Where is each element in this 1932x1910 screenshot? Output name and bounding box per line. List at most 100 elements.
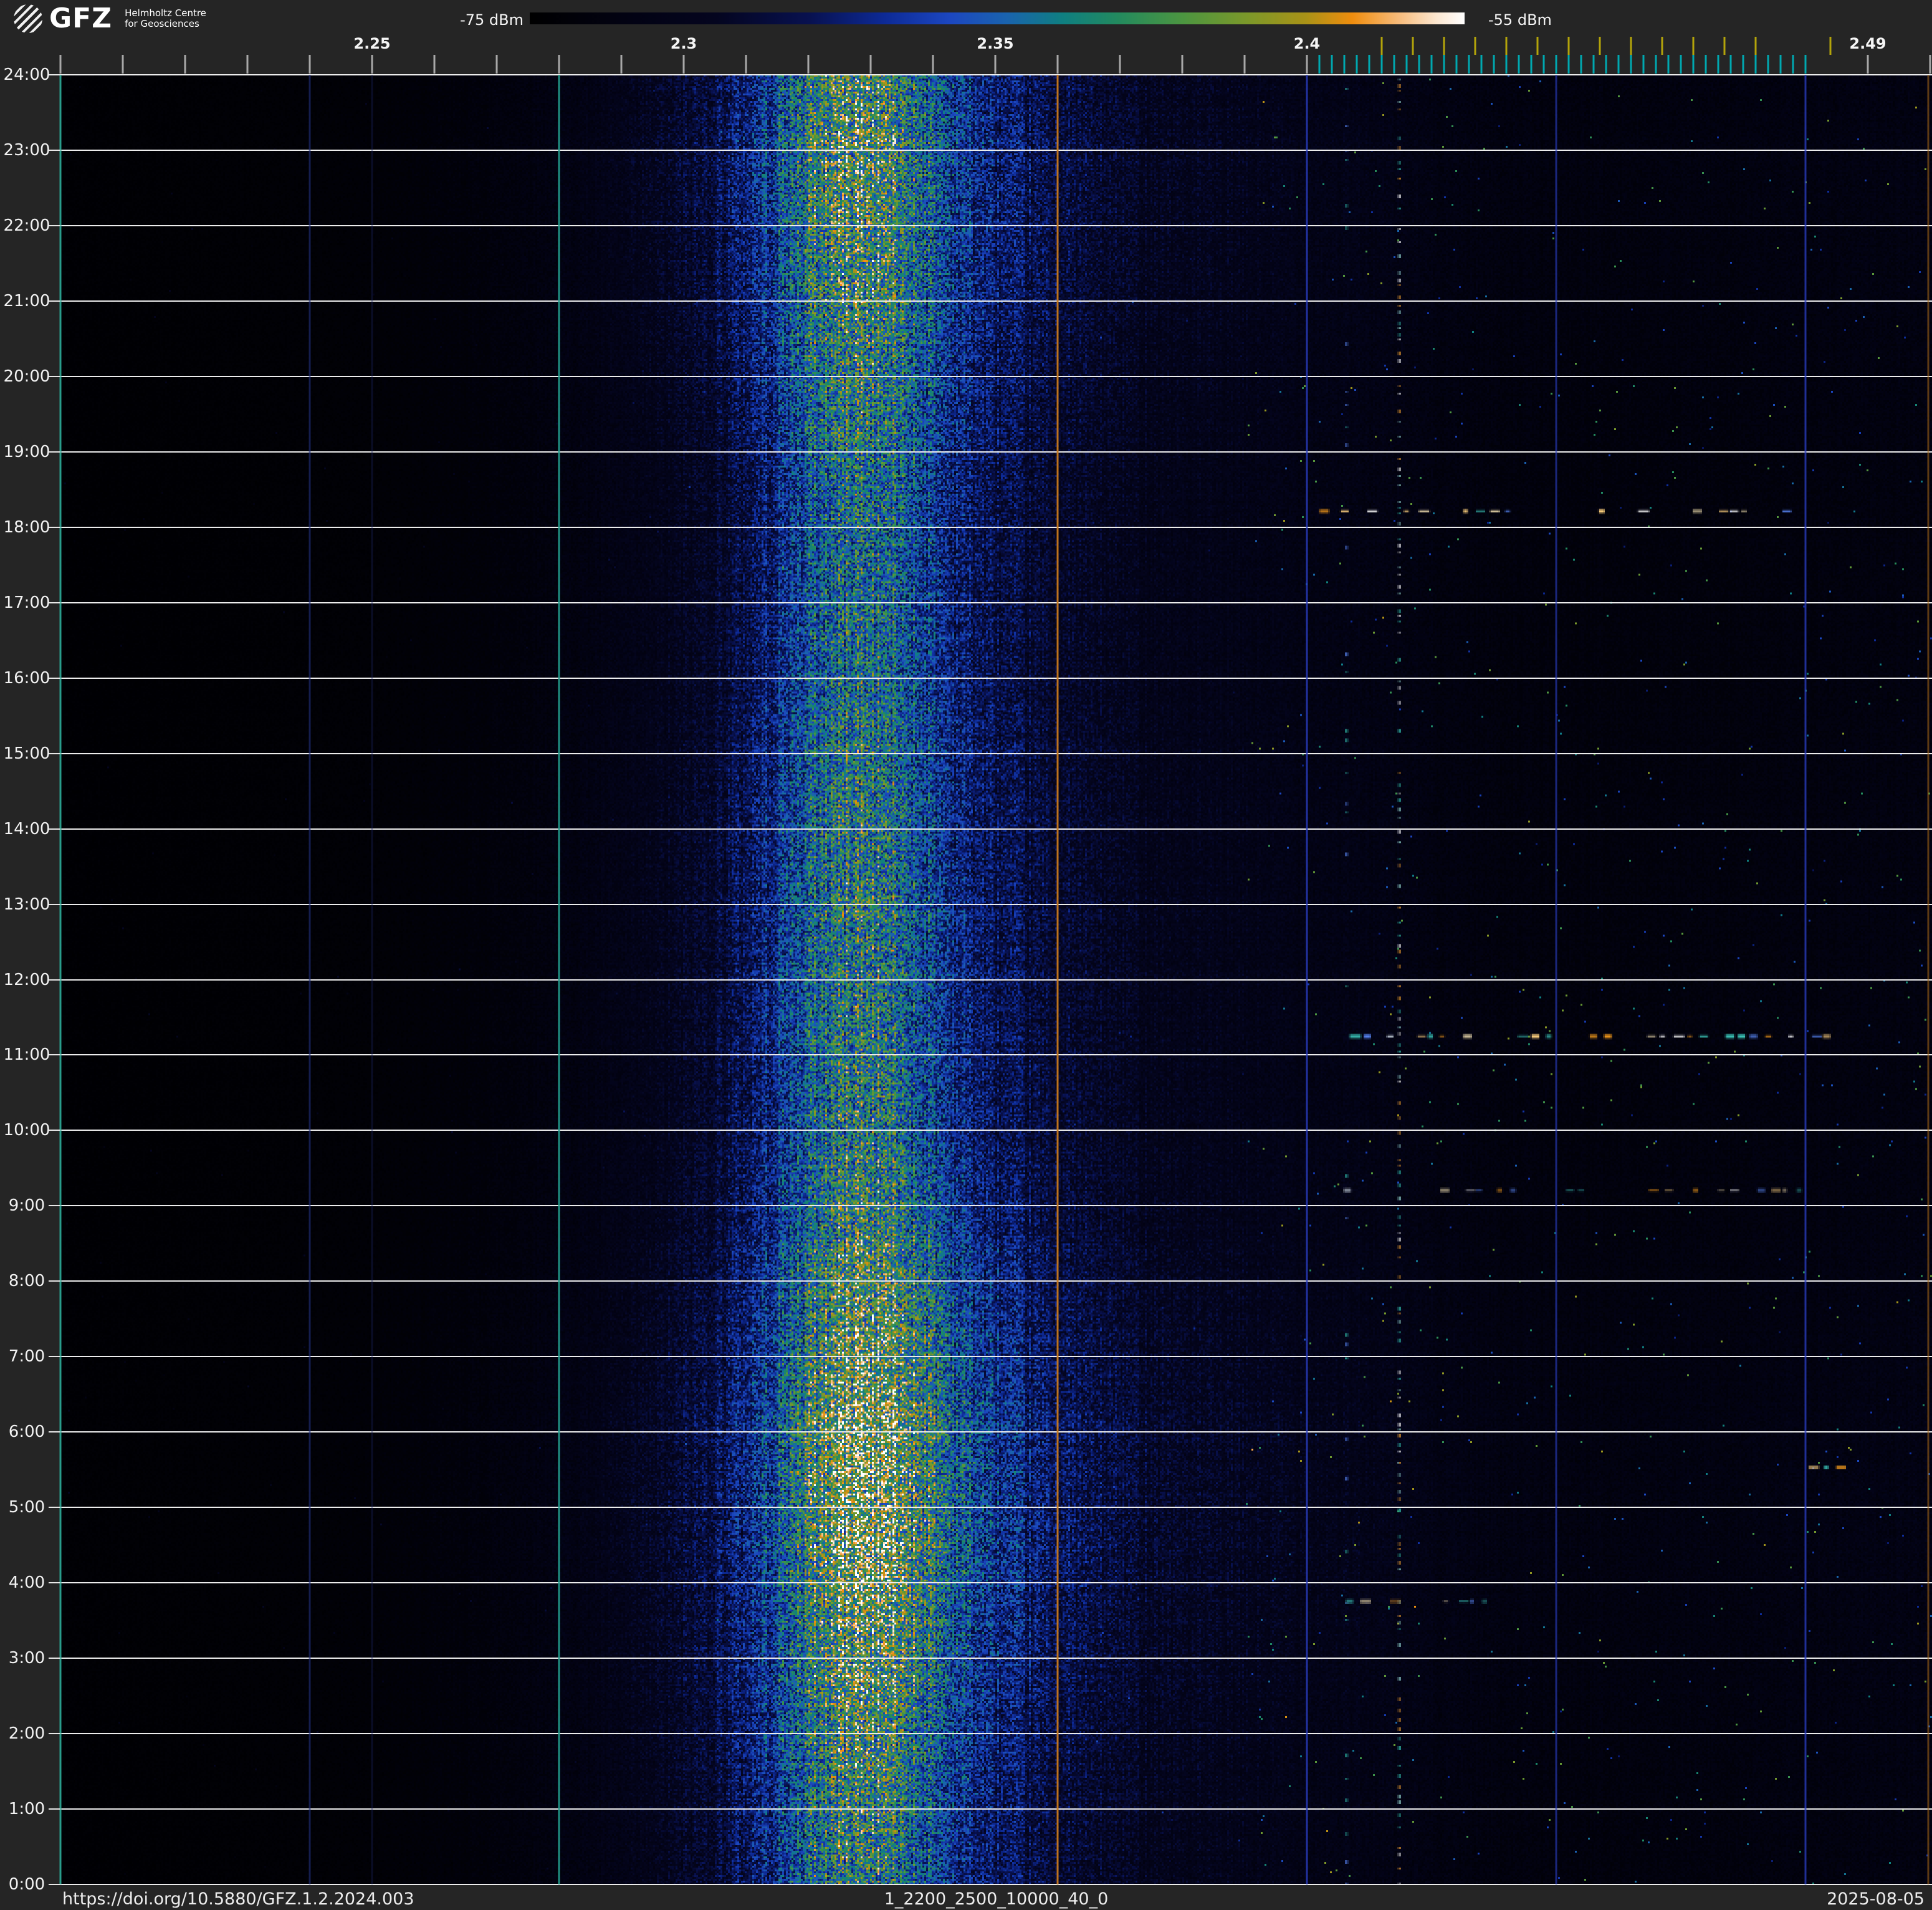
bluetooth-channel-tick xyxy=(1742,55,1744,74)
freq-minor-tick xyxy=(59,55,62,74)
freq-minor-tick xyxy=(558,55,560,74)
hour-gridline xyxy=(60,903,1932,905)
gfz-logo-icon xyxy=(14,4,42,33)
freq-minor-tick xyxy=(1181,55,1184,74)
footer-bar: https://doi.org/10.5880/GFZ.1.2.2024.003… xyxy=(0,1886,1932,1910)
time-tick-label: 19:00 xyxy=(3,442,50,461)
time-tick-label: 12:00 xyxy=(3,970,50,989)
freq-marker-line xyxy=(1306,75,1308,1884)
time-tick-mark xyxy=(49,375,60,377)
wifi-channel-tick xyxy=(1829,37,1832,55)
freq-minor-tick xyxy=(1929,55,1931,74)
time-tick-label: 5:00 xyxy=(8,1498,45,1517)
bluetooth-channel-tick xyxy=(1567,55,1570,74)
hour-gridline xyxy=(60,1356,1932,1358)
bluetooth-channel-tick xyxy=(1480,55,1483,74)
bluetooth-channel-tick xyxy=(1754,55,1757,74)
bluetooth-channel-tick xyxy=(1717,55,1719,74)
bluetooth-channel-tick xyxy=(1418,55,1420,74)
time-tick-mark xyxy=(49,224,60,226)
dataset-name: 1_2200_2500_10000_40_0 xyxy=(884,1889,1109,1909)
bluetooth-channel-tick xyxy=(1443,55,1445,74)
bluetooth-channel-tick xyxy=(1605,55,1607,74)
time-tick-mark xyxy=(49,74,60,75)
freq-minor-tick xyxy=(1119,55,1121,74)
time-tick-label: 4:00 xyxy=(8,1573,45,1593)
freq-tick-label: 2.3 xyxy=(670,35,697,52)
hour-gridline xyxy=(60,677,1932,679)
hour-gridline xyxy=(60,1054,1932,1056)
time-tick-label: 22:00 xyxy=(3,216,50,235)
freq-minor-tick xyxy=(869,55,872,74)
colorbar-min-label: -75 dBm xyxy=(460,11,524,29)
time-tick-label: 24:00 xyxy=(3,65,50,84)
freq-minor-tick xyxy=(433,55,436,74)
time-tick-mark xyxy=(49,677,60,679)
bluetooth-channel-tick xyxy=(1455,55,1458,74)
bluetooth-channel-tick xyxy=(1642,55,1645,74)
hour-gridline xyxy=(60,300,1932,302)
gfz-logo: GFZ Helmholtz Centre for Geosciences xyxy=(14,4,206,33)
time-tick-label: 21:00 xyxy=(3,291,50,310)
time-tick-label: 20:00 xyxy=(3,367,50,386)
bluetooth-channel-tick xyxy=(1630,55,1632,74)
wifi-channel-tick xyxy=(1692,37,1695,55)
wifi-channel-tick xyxy=(1723,37,1726,55)
hour-gridline xyxy=(60,1280,1932,1282)
bluetooth-channel-tick xyxy=(1368,55,1370,74)
bluetooth-channel-tick xyxy=(1804,55,1807,74)
hour-gridline xyxy=(60,1582,1932,1584)
time-tick-mark xyxy=(49,1733,60,1735)
freq-minor-tick xyxy=(682,55,685,74)
bluetooth-channel-tick xyxy=(1767,55,1769,74)
bluetooth-channel-tick xyxy=(1468,55,1470,74)
wifi-channel-tick xyxy=(1443,37,1445,55)
time-tick-label: 18:00 xyxy=(3,517,50,537)
hour-gridline xyxy=(60,1884,1932,1885)
hour-gridline xyxy=(60,1507,1932,1509)
date-label: 2025-08-05 xyxy=(1827,1889,1925,1909)
time-tick-mark xyxy=(49,1280,60,1282)
hour-gridline xyxy=(60,1205,1932,1207)
time-tick-mark xyxy=(49,149,60,151)
wifi-channel-tick xyxy=(1474,37,1476,55)
freq-minor-tick xyxy=(371,55,373,74)
freq-tick-label: 2.4 xyxy=(1293,35,1321,52)
freq-marker-line xyxy=(558,75,560,1884)
bluetooth-channel-tick xyxy=(1530,55,1533,74)
freq-minor-tick xyxy=(1243,55,1246,74)
time-tick-mark xyxy=(49,1582,60,1584)
freq-minor-tick xyxy=(495,55,498,74)
hour-gridline xyxy=(60,224,1932,226)
bluetooth-channel-tick xyxy=(1667,55,1670,74)
logo-subtitle-line1: Helmholtz Centre xyxy=(125,7,206,19)
hour-gridline xyxy=(60,149,1932,151)
freq-minor-tick xyxy=(932,55,934,74)
time-tick-mark xyxy=(49,752,60,754)
bluetooth-channel-tick xyxy=(1617,55,1620,74)
bluetooth-channel-tick xyxy=(1331,55,1333,74)
freq-marker-line xyxy=(1056,75,1059,1884)
bluetooth-channel-tick xyxy=(1792,55,1794,74)
freq-minor-tick xyxy=(308,55,311,74)
bluetooth-channel-tick xyxy=(1542,55,1545,74)
bluetooth-channel-tick xyxy=(1518,55,1520,74)
time-tick-mark xyxy=(49,1431,60,1433)
bluetooth-channel-tick xyxy=(1779,55,1782,74)
time-tick-label: 3:00 xyxy=(8,1649,45,1668)
hour-gridline xyxy=(60,1431,1932,1433)
hour-gridline xyxy=(60,752,1932,754)
wifi-channel-tick xyxy=(1567,37,1570,55)
hour-gridline xyxy=(60,828,1932,830)
time-tick-mark xyxy=(49,1054,60,1056)
time-tick-label: 10:00 xyxy=(3,1121,50,1140)
bluetooth-channel-tick xyxy=(1555,55,1557,74)
time-tick-mark xyxy=(49,1130,60,1131)
freq-minor-tick xyxy=(246,55,249,74)
time-tick-mark xyxy=(49,1507,60,1509)
bluetooth-channel-tick xyxy=(1705,55,1707,74)
hour-gridline xyxy=(60,1658,1932,1659)
time-tick-mark xyxy=(49,1884,60,1885)
wifi-channel-tick xyxy=(1754,37,1757,55)
wifi-channel-tick xyxy=(1630,37,1632,55)
